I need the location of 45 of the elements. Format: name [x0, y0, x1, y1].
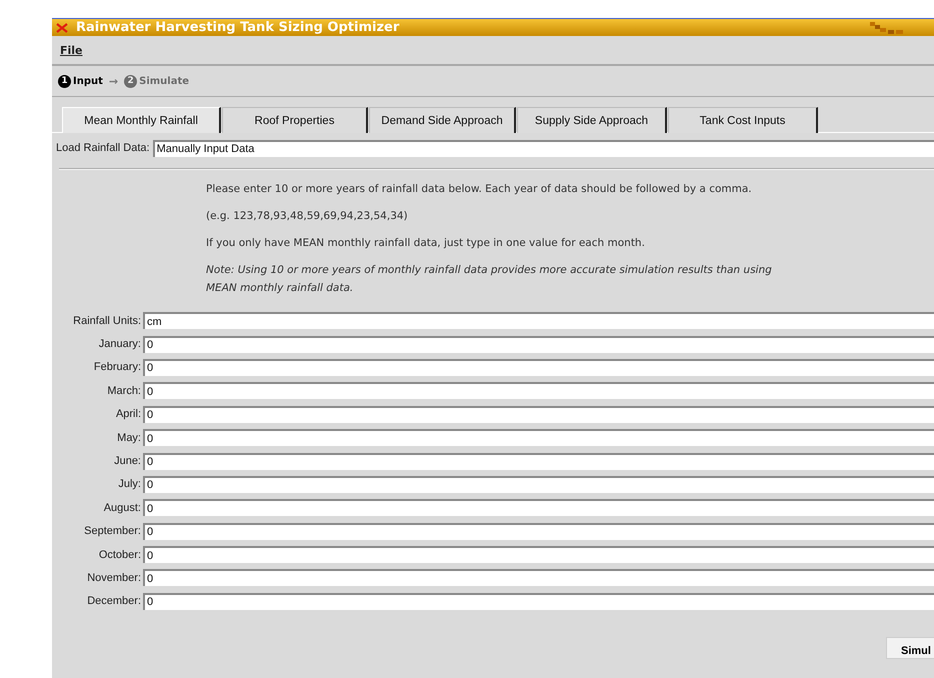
- input-field[interactable]: 0: [143, 476, 934, 493]
- input-field[interactable]: cm: [143, 312, 934, 330]
- input-field[interactable]: 0: [143, 522, 934, 540]
- field-label: March:: [106, 384, 142, 397]
- field-label: February:: [92, 361, 142, 374]
- tab[interactable]: Tank Cost Inputs: [668, 107, 818, 133]
- field-label: Rainfall Units:: [72, 314, 142, 327]
- close-icon[interactable]: [56, 22, 68, 32]
- field-label: August:: [102, 502, 142, 514]
- input-field[interactable]: 0: [143, 592, 934, 610]
- instruction-text: (e.g. 123,78,93,48,59,69,94,23,54,34): [206, 209, 409, 224]
- instruction-text: Note: Using 10 or more years of monthly rainfall data provides more accurate simulation results than using MEAN monthly rainfall data.: [206, 263, 773, 296]
- tab[interactable]: Roof Properties: [222, 107, 368, 133]
- field-label: October:: [98, 548, 142, 561]
- field-label: Load Rainfall Data:: [56, 142, 150, 154]
- instruction-text: If you only have MEAN monthly rainfall data, just type in one value for each month.: [206, 236, 646, 251]
- resize-grip-icon[interactable]: [870, 22, 904, 34]
- tab[interactable]: Mean Monthly Rainfall: [62, 107, 221, 133]
- input-field[interactable]: Manually Input Data: [152, 140, 934, 156]
- simulate-button[interactable]: Simul: [886, 637, 934, 660]
- field-label: January:: [98, 338, 142, 350]
- input-field[interactable]: 0: [143, 336, 934, 353]
- wizard-step[interactable]: 1 Input: [58, 74, 103, 88]
- field-label: December:: [86, 595, 142, 608]
- input-field[interactable]: 0: [143, 569, 934, 586]
- field-label: April:: [114, 408, 142, 420]
- wizard-step[interactable]: 2 Simulate: [124, 74, 190, 88]
- menu-item[interactable]: File: [60, 44, 83, 56]
- input-field[interactable]: 0: [143, 358, 934, 376]
- window-title: Rainwater Harvesting Tank Sizing Optimizer: [76, 20, 400, 35]
- input-field[interactable]: 0: [143, 499, 934, 516]
- input-field[interactable]: 0: [143, 546, 934, 564]
- input-field[interactable]: 0: [143, 429, 934, 446]
- step-arrow: →: [108, 74, 118, 88]
- input-field[interactable]: 0: [143, 406, 934, 423]
- field-label: May:: [116, 432, 142, 444]
- input-field[interactable]: 0: [143, 382, 934, 400]
- field-label: November:: [86, 572, 142, 584]
- tab[interactable]: Supply Side Approach: [517, 107, 667, 133]
- tab[interactable]: Demand Side Approach: [369, 107, 516, 133]
- field-label: July:: [117, 478, 142, 490]
- field-label: September:: [83, 525, 142, 538]
- instruction-text: Please enter 10 or more years of rainfall data below. Each year of data should be followed by a comma.: [206, 182, 753, 197]
- field-label: June:: [113, 455, 142, 468]
- input-field[interactable]: 0: [143, 452, 934, 470]
